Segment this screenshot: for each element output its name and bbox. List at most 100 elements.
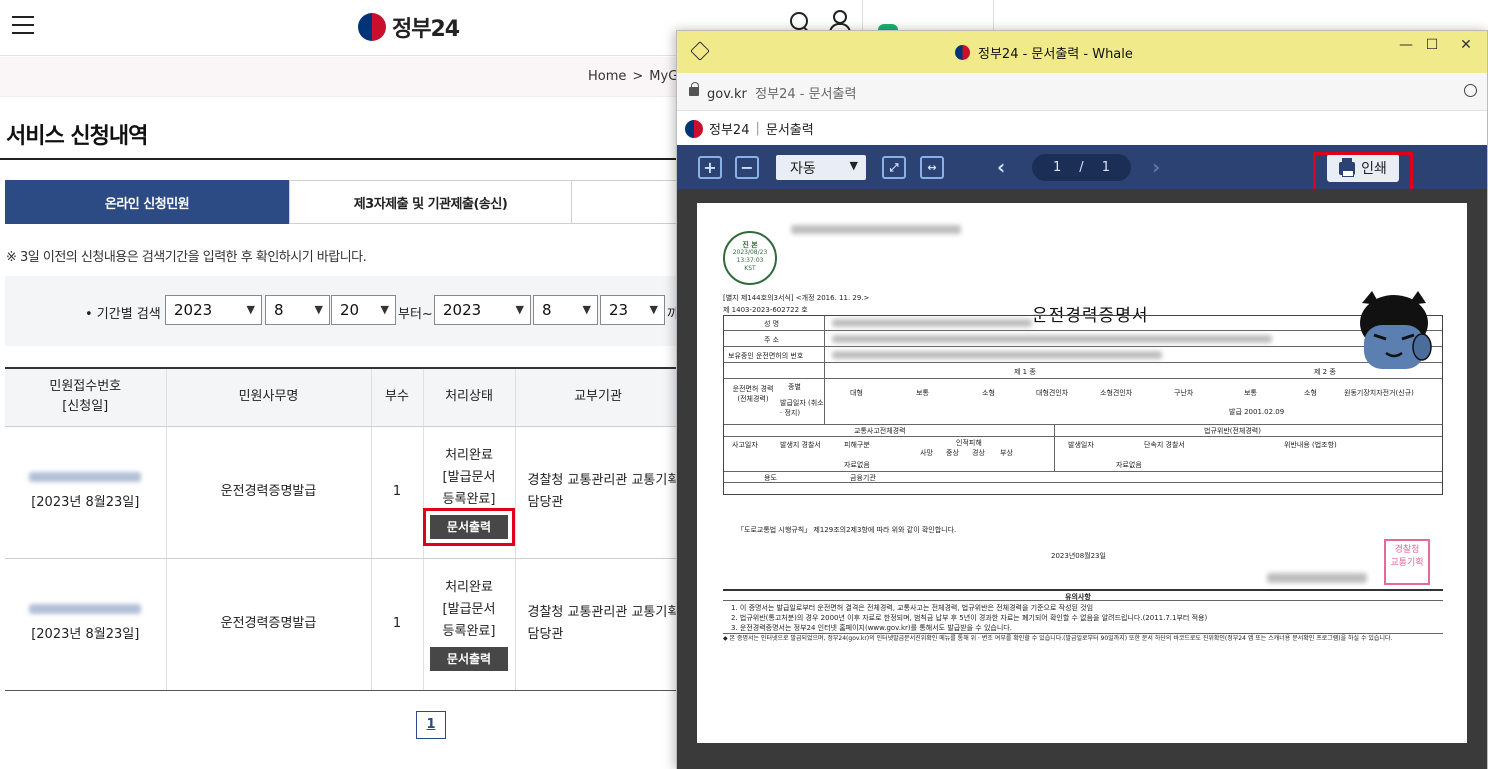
page-title: 서비스 신청내역 [6, 124, 148, 149]
license-col: 소형 [1304, 389, 1317, 397]
character-sticker [1360, 291, 1432, 369]
table-row: [2023년 8월23일] 운전경력증명발급 1 처리완료 [발급문서 등록완료… [5, 426, 682, 559]
license-class-1: 제 1 종 [1014, 368, 1036, 376]
chevron-down-icon: ▼ [246, 303, 255, 316]
status-text: 처리완료 [발급문서 등록완료] [442, 448, 496, 507]
chevron-down-icon: ▼ [314, 303, 323, 316]
form-line: [별지 제144호의3서식] <개정 2016. 11. 29.> [723, 294, 870, 302]
fit-page-icon[interactable]: ⤢ [882, 156, 906, 179]
window-titlebar[interactable]: 정부24 - 문서출력 - Whale — ☐ ✕ [677, 31, 1487, 73]
accident-col: 사망 [920, 449, 933, 457]
stamp-tz: KST [744, 265, 756, 272]
license-type-label: 종별 [788, 383, 801, 391]
receipt-cell: [2023년 8월23일] [5, 426, 167, 559]
license-col: 구난차 [1174, 389, 1194, 397]
tab-online-applications[interactable]: 온라인 신청민원 [5, 180, 289, 224]
status-cell: 처리완료 [발급문서 등록완료] 문서출력 [423, 426, 516, 559]
print-document-button[interactable]: 문서출력 [430, 647, 508, 671]
receipt-cell: [2023년 8월23일] [5, 558, 167, 691]
license-col: 대형견인차 [1036, 389, 1069, 397]
total-pages: 1 [1101, 160, 1110, 175]
page-indicator[interactable]: 1 / 1 [1032, 154, 1131, 181]
accident-col: 인적피해 [956, 439, 982, 447]
application-date: [2023년 8월23일] [31, 495, 140, 510]
maximize-button[interactable]: ☐ [1421, 37, 1443, 53]
status-cell: 처리완료 [발급문서 등록완료] 문서출력 [423, 558, 516, 691]
taegeuk-logo-icon [685, 119, 703, 138]
redacted-text [832, 335, 1272, 343]
col-header-issuing-agency: 교부기관 [515, 367, 682, 427]
fit-width-icon[interactable]: ↔ [920, 156, 944, 179]
period-search-label: • 기간별 검색 [85, 307, 161, 322]
doc-header-brand: 정부24 [709, 123, 750, 138]
table-row: [2023년 8월23일] 운전경력증명발급 1 처리완료 [발급문서 등록완료… [5, 558, 682, 691]
violation-col: 발생일자 [1068, 441, 1094, 449]
page-1-link[interactable]: 1 [416, 711, 446, 739]
zoom-in-button[interactable]: + [698, 156, 722, 179]
violation-history-header: 법규위반(전체경력) [1204, 427, 1261, 435]
stamp-date: 2023/08/23 [732, 249, 768, 256]
accident-col: 발생지 경찰서 [780, 441, 821, 449]
close-button[interactable]: ✕ [1455, 37, 1477, 53]
document-viewer: 진 본 2023/08/23 13:37:03 KST [별지 제144호의3서… [677, 189, 1487, 769]
site-logo[interactable]: 정부24 [358, 12, 460, 42]
breadcrumb-home[interactable]: Home [588, 69, 626, 84]
taegeuk-logo-icon [358, 13, 386, 41]
to-year-value: 2023 [443, 301, 482, 319]
from-year-value: 2023 [174, 301, 213, 319]
footer-note: ◆ 본 증명서는 인터넷으로 발급되었으며, 정부24(gov.kr)의 인터넷… [723, 635, 1393, 642]
receipt-number-redacted[interactable] [29, 604, 142, 614]
window-title-text: 정부24 - 문서출력 - Whale [978, 47, 1133, 62]
official-seal: 경찰청 교통기획 [1384, 539, 1430, 585]
from-year-select[interactable]: 2023 ▼ [165, 295, 262, 325]
page-separator: / [1079, 160, 1084, 175]
from-month-select[interactable]: 8 ▼ [265, 295, 330, 325]
address-text: gov.kr 정부24 - 문서출력 [707, 83, 856, 102]
window-title: 정부24 - 문서출력 - Whale [955, 43, 1133, 62]
zoom-icon[interactable] [1464, 84, 1477, 97]
license-class-2: 제 2 종 [1314, 368, 1336, 376]
next-page-icon[interactable]: › [1152, 155, 1160, 179]
from-day-select[interactable]: 20 ▼ [331, 295, 396, 325]
copies: 1 [371, 426, 424, 559]
field-name-label: 성 명 [764, 320, 780, 328]
no-violation-record: 자료없음 [1116, 461, 1142, 469]
notice-text: ※ 3일 이전의 신청내용은 검색기간을 입력한 후 확인하시기 바랍니다. [6, 250, 367, 265]
chevron-down-icon: ▼ [515, 303, 524, 316]
chevron-down-icon: ▼ [582, 303, 591, 316]
accident-col: 부상 [1000, 449, 1013, 457]
zoom-out-button[interactable]: − [735, 156, 759, 179]
col-header-receipt-no: 민원접수번호 [신청일] [5, 367, 167, 427]
print-document-button[interactable]: 문서출력 [423, 508, 515, 546]
zoom-mode-select[interactable]: 자동 ▼ [776, 155, 866, 180]
pin-icon[interactable] [690, 41, 710, 61]
to-month-select[interactable]: 8 ▼ [533, 295, 598, 325]
stamp-time: 13:37:03 [736, 257, 764, 264]
license-col: 원동기장치자전거(신규) [1344, 389, 1414, 397]
prev-page-icon[interactable]: ‹ [997, 155, 1005, 179]
service-name: 운전경력증명발급 [166, 426, 372, 559]
receipt-number-redacted[interactable] [29, 472, 142, 482]
redacted-text [1267, 573, 1367, 583]
no-accident-record: 자료없음 [844, 461, 870, 469]
to-year-select[interactable]: 2023 ▼ [434, 295, 531, 325]
document-page: 진 본 2023/08/23 13:37:03 KST [별지 제144호의3서… [697, 203, 1467, 743]
menu-icon[interactable] [12, 16, 34, 36]
to-day-select[interactable]: 23 ▼ [600, 295, 665, 325]
accident-col: 중상 [946, 449, 959, 457]
tab-more[interactable] [571, 180, 681, 224]
field-address-label: 주 소 [764, 336, 780, 344]
license-col: 보통 [1244, 389, 1257, 397]
purpose-label: 용도 [764, 474, 777, 482]
redacted-text [791, 225, 961, 234]
doc-header-title: 문서출력 [765, 123, 814, 138]
taegeuk-logo-icon [955, 45, 970, 60]
col-header-status: 처리상태 [423, 367, 516, 427]
address-bar[interactable]: gov.kr 정부24 - 문서출력 [677, 73, 1487, 111]
license-issue-date: 발급 2001.02.09 [1229, 408, 1285, 416]
doc-number: 제 1403-2023-602722 호 [723, 306, 808, 314]
from-suffix: 부터~ [398, 307, 433, 322]
zoom-mode-value: 자동 [790, 161, 816, 177]
tab-third-party-submission[interactable]: 제3자제출 및 기관제출(송신) [289, 180, 572, 224]
minimize-button[interactable]: — [1395, 37, 1417, 53]
